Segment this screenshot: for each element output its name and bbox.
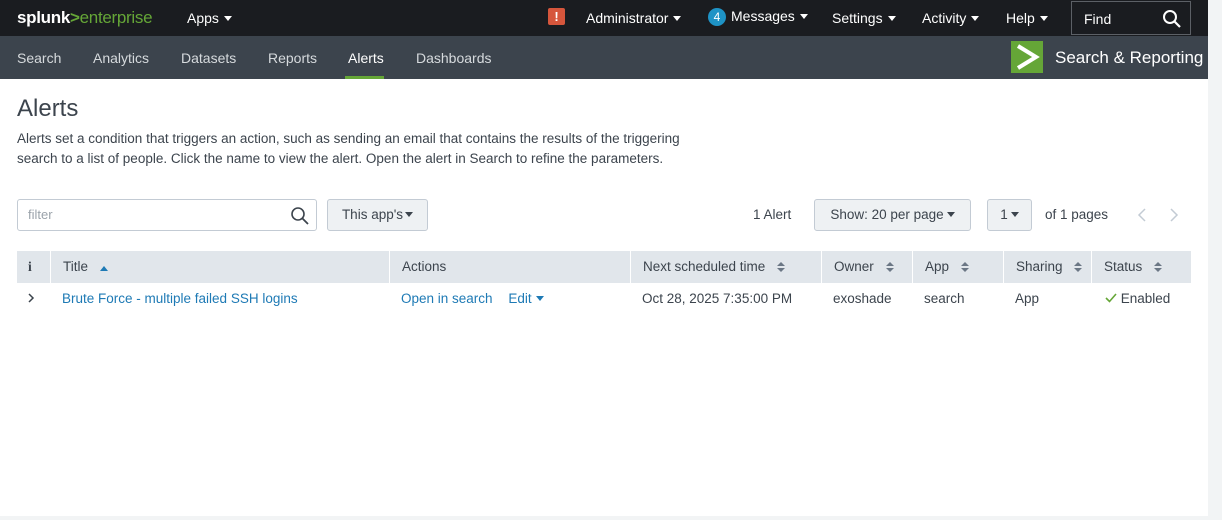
main-content: Alerts Alerts set a condition that trigg… xyxy=(0,79,1208,516)
app-scope-dropdown[interactable]: This app's xyxy=(327,199,428,231)
settings-menu[interactable]: Settings xyxy=(832,10,896,26)
row-actions: Open in search Edit xyxy=(389,283,630,315)
search-icon[interactable] xyxy=(1162,9,1182,29)
nav-datasets[interactable]: Datasets xyxy=(181,50,236,66)
activity-menu[interactable]: Activity xyxy=(922,10,980,26)
actions-column-header: Actions xyxy=(389,251,630,283)
search-icon xyxy=(291,207,309,225)
status-cell: Enabled xyxy=(1091,283,1191,315)
chevron-down-icon xyxy=(971,16,980,21)
chevron-down-icon xyxy=(799,14,808,19)
user-menu[interactable]: Administrator xyxy=(586,10,682,26)
app-column-header[interactable]: App xyxy=(912,251,1003,283)
top-bar: splunk>enterprise Apps ! Administrator 4… xyxy=(0,0,1208,36)
sort-icon xyxy=(1074,262,1083,272)
nav-analytics[interactable]: Analytics xyxy=(93,50,149,66)
chevron-down-icon xyxy=(673,16,682,21)
page-select-dropdown[interactable]: 1 xyxy=(987,199,1032,231)
owner-cell: exoshade xyxy=(833,291,892,306)
filter-input[interactable] xyxy=(28,207,278,222)
per-page-dropdown[interactable]: Show: 20 per page xyxy=(814,199,971,231)
app-cell: search xyxy=(924,291,965,306)
scrollbar-track[interactable] xyxy=(1208,0,1222,520)
pages-total: of 1 pages xyxy=(1045,207,1109,222)
table-row: Brute Force - multiple failed SSH logins… xyxy=(17,283,1191,315)
app-name[interactable]: Search & Reporting xyxy=(1055,48,1203,68)
nav-search[interactable]: Search xyxy=(17,50,61,66)
sort-icon xyxy=(1154,262,1163,272)
chevron-down-icon xyxy=(946,212,955,217)
page-title: Alerts xyxy=(17,95,79,122)
expand-row-toggle[interactable] xyxy=(17,283,50,315)
system-alert-icon[interactable]: ! xyxy=(548,8,565,25)
sharing-cell: App xyxy=(1015,291,1040,306)
find-search-box[interactable]: Find xyxy=(1071,1,1191,35)
next-scheduled-column-header[interactable]: Next scheduled time xyxy=(630,251,821,283)
page-description: Alerts set a condition that triggers an … xyxy=(17,131,680,166)
info-column-header: i xyxy=(28,259,32,274)
owner-column-header[interactable]: Owner xyxy=(821,251,912,283)
app-logo-icon xyxy=(1011,41,1043,73)
filter-box[interactable] xyxy=(17,199,317,231)
chevron-right-icon xyxy=(28,293,35,303)
title-column-header[interactable]: Title xyxy=(50,251,389,283)
splunk-logo[interactable]: splunk>enterprise xyxy=(17,8,153,28)
previous-page-icon[interactable] xyxy=(1137,208,1147,222)
open-in-search-link[interactable]: Open in search xyxy=(401,291,493,306)
chevron-down-icon xyxy=(405,212,414,217)
chevron-down-icon xyxy=(535,296,544,301)
chevron-down-icon xyxy=(887,16,896,21)
alert-count: 1 Alert xyxy=(753,207,792,222)
chevron-down-icon xyxy=(223,16,232,21)
sort-icon xyxy=(885,262,894,272)
next-scheduled-cell: Oct 28, 2025 7:35:00 PM xyxy=(642,291,793,306)
nav-reports[interactable]: Reports xyxy=(268,50,317,66)
sort-icon xyxy=(777,262,786,272)
sort-ascending-icon xyxy=(99,266,108,271)
nav-dashboards[interactable]: Dashboards xyxy=(416,50,492,66)
sort-icon xyxy=(960,262,969,272)
apps-menu[interactable]: Apps xyxy=(187,10,232,26)
help-menu[interactable]: Help xyxy=(1006,10,1048,26)
edit-dropdown[interactable]: Edit xyxy=(508,291,544,306)
table-header: i Title Actions Next scheduled time Owne… xyxy=(17,251,1191,283)
app-bar: Search Analytics Datasets Reports Alerts… xyxy=(0,36,1208,79)
messages-count-badge: 4 xyxy=(708,8,726,26)
messages-menu[interactable]: 4 Messages xyxy=(708,8,808,26)
sharing-column-header[interactable]: Sharing xyxy=(1003,251,1091,283)
chevron-down-icon xyxy=(1010,212,1019,217)
nav-alerts[interactable]: Alerts xyxy=(348,50,384,66)
next-page-icon[interactable] xyxy=(1169,208,1179,222)
check-icon xyxy=(1105,293,1117,303)
alert-title-link[interactable]: Brute Force - multiple failed SSH logins xyxy=(50,283,389,315)
chevron-down-icon xyxy=(1039,16,1048,21)
status-column-header[interactable]: Status xyxy=(1091,251,1191,283)
